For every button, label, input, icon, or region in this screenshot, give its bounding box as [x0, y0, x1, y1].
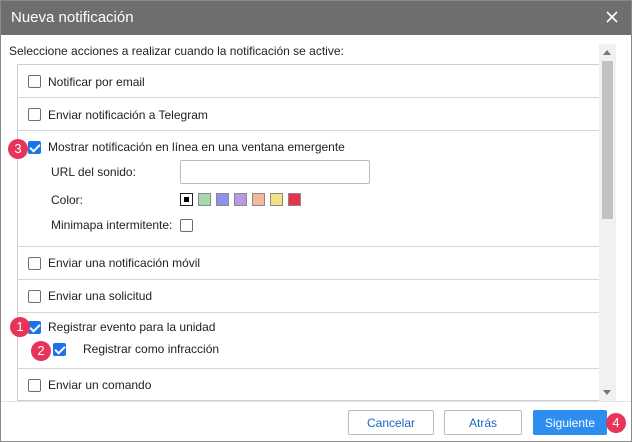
command-label: Enviar un comando: [48, 378, 152, 392]
dialog-titlebar: Nueva notificación: [1, 1, 631, 35]
color-label: Color:: [51, 193, 84, 207]
request-label: Enviar una solicitud: [48, 289, 153, 303]
action-row-email: Notificar por email: [18, 65, 599, 98]
list-scrollbar[interactable]: [599, 44, 616, 401]
notification-dialog: Nueva notificación Seleccione acciones a…: [0, 0, 632, 442]
cancel-button[interactable]: Cancelar: [348, 410, 434, 435]
command-checkbox[interactable]: [28, 379, 41, 392]
email-label: Notificar por email: [48, 75, 145, 89]
scroll-up-icon[interactable]: [603, 50, 611, 55]
step-marker-4: 4: [606, 413, 626, 433]
color-swatch[interactable]: [198, 193, 211, 206]
violation-label: Registrar como infracción: [83, 342, 220, 356]
action-row-command: Enviar un comando: [18, 369, 599, 400]
step-marker-2: 2: [31, 341, 51, 361]
action-row-popup: Mostrar notificación en línea en una ven…: [18, 131, 599, 247]
next-button[interactable]: Siguiente: [533, 410, 607, 435]
step-marker-3: 3: [8, 139, 28, 159]
minimap-label: Minimapa intermitente:: [51, 218, 173, 232]
dialog-footer: Cancelar Atrás Siguiente: [1, 401, 631, 441]
close-icon[interactable]: [606, 11, 618, 23]
color-swatch[interactable]: [234, 193, 247, 206]
popup-label: Mostrar notificación en línea en una ven…: [48, 140, 345, 154]
mobile-checkbox[interactable]: [28, 257, 41, 270]
email-checkbox[interactable]: [28, 75, 41, 88]
color-swatch[interactable]: [288, 193, 301, 206]
action-row-telegram: Enviar notificación a Telegram: [18, 98, 599, 131]
color-swatch[interactable]: [180, 193, 193, 206]
intro-text: Seleccione acciones a realizar cuando la…: [9, 44, 344, 58]
minimap-checkbox[interactable]: [180, 219, 193, 232]
telegram-label: Enviar notificación a Telegram: [48, 108, 208, 122]
telegram-checkbox[interactable]: [28, 108, 41, 121]
step-marker-1: 1: [10, 317, 30, 337]
scroll-down-icon[interactable]: [603, 390, 611, 395]
dialog-title: Nueva notificación: [11, 9, 134, 26]
violation-checkbox[interactable]: [53, 343, 66, 356]
actions-list: Notificar por email Enviar notificación …: [17, 64, 599, 401]
back-button[interactable]: Atrás: [444, 410, 522, 435]
popup-checkbox[interactable]: [28, 141, 41, 154]
color-swatch[interactable]: [270, 193, 283, 206]
action-row-mobile: Enviar una notificación móvil: [18, 247, 599, 280]
scrollbar-thumb[interactable]: [602, 61, 613, 219]
action-row-event: Registrar evento para la unidad Registra…: [18, 313, 599, 369]
event-label: Registrar evento para la unidad: [48, 320, 216, 334]
mobile-label: Enviar una notificación móvil: [48, 256, 201, 270]
sound-url-label: URL del sonido:: [51, 165, 136, 179]
request-checkbox[interactable]: [28, 290, 41, 303]
sound-url-input[interactable]: [180, 160, 370, 184]
color-swatch[interactable]: [252, 193, 265, 206]
action-row-request: Enviar una solicitud: [18, 280, 599, 313]
color-swatch[interactable]: [216, 193, 229, 206]
